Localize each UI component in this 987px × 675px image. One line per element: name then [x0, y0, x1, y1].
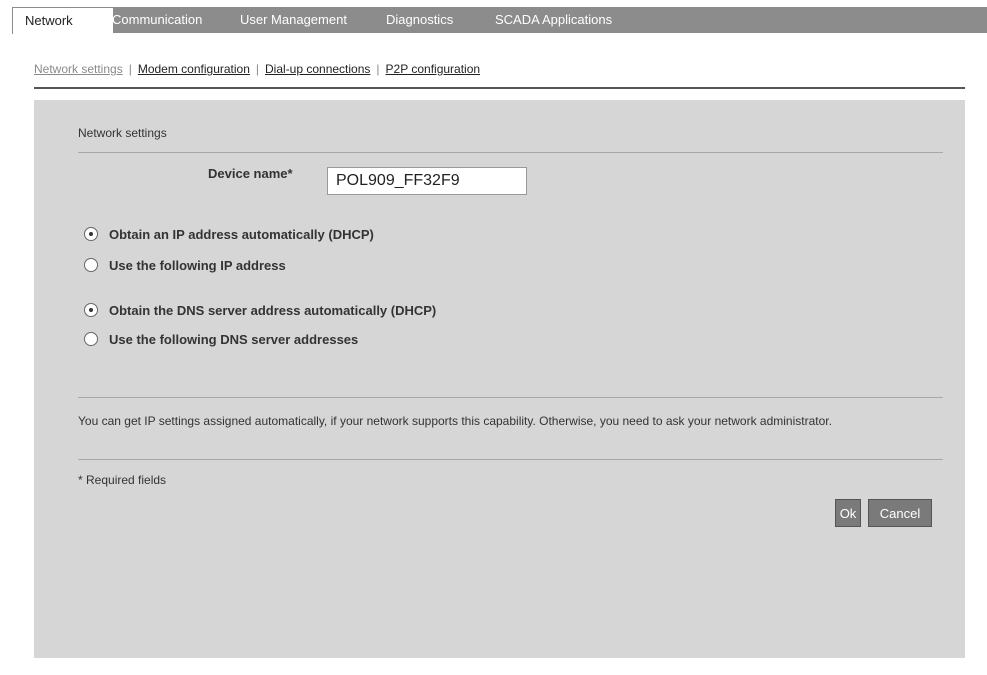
- radio-dns-dhcp[interactable]: Obtain the DNS server address automatica…: [84, 300, 436, 320]
- subnav-separator: |: [376, 62, 380, 76]
- subnav-divider: [34, 87, 965, 89]
- subnav-p2p-configuration[interactable]: P2P configuration: [386, 62, 481, 76]
- cancel-button[interactable]: Cancel: [868, 499, 932, 527]
- radio-ip-static[interactable]: Use the following IP address: [84, 255, 286, 275]
- subnav-separator: |: [128, 62, 132, 76]
- radio-button[interactable]: [84, 258, 98, 272]
- subnav-separator: |: [255, 62, 260, 76]
- radio-button-checked[interactable]: [84, 227, 98, 241]
- radio-ip-dhcp[interactable]: Obtain an IP address automatically (DHCP…: [84, 224, 374, 244]
- ip-settings-hint: You can get IP settings assigned automat…: [78, 414, 832, 428]
- radio-button-checked[interactable]: [84, 303, 98, 317]
- radio-ip-dhcp-label: Obtain an IP address automatically (DHCP…: [109, 226, 374, 242]
- tab-diagnostics[interactable]: Diagnostics: [386, 7, 453, 33]
- device-name-input[interactable]: [327, 167, 527, 195]
- ok-button[interactable]: Ok: [835, 499, 861, 527]
- network-settings-panel: Network settings Device name* Obtain an …: [34, 100, 965, 658]
- divider: [78, 397, 943, 398]
- main-tab-bar: Network Communication User Management Di…: [12, 7, 987, 34]
- tab-network[interactable]: Network: [12, 7, 113, 34]
- device-name-label: Device name*: [208, 166, 293, 181]
- subnav-modem-configuration[interactable]: Modem configuration: [138, 62, 250, 76]
- required-fields-note: * Required fields: [78, 473, 167, 487]
- subnav-dial-up-connections[interactable]: Dial-up connections: [265, 62, 370, 76]
- divider: [78, 152, 943, 153]
- subnav-network-settings[interactable]: Network settings: [34, 62, 123, 76]
- radio-dns-static-label: Use the following DNS server addresses: [109, 331, 359, 347]
- tab-user-management[interactable]: User Management: [240, 7, 347, 33]
- tab-communication[interactable]: Communication: [112, 7, 202, 33]
- panel-title: Network settings: [78, 126, 167, 140]
- radio-ip-static-label: Use the following IP address: [109, 257, 286, 273]
- radio-dns-dhcp-label: Obtain the DNS server address automatica…: [109, 302, 437, 318]
- divider: [78, 459, 943, 460]
- sub-navigation: Network settings | Modem configuration | Dia…: [34, 62, 480, 76]
- tab-scada-applications[interactable]: SCADA Applications: [495, 7, 612, 33]
- radio-dns-static[interactable]: Use the following DNS server addresses: [84, 329, 358, 349]
- radio-button[interactable]: [84, 332, 98, 346]
